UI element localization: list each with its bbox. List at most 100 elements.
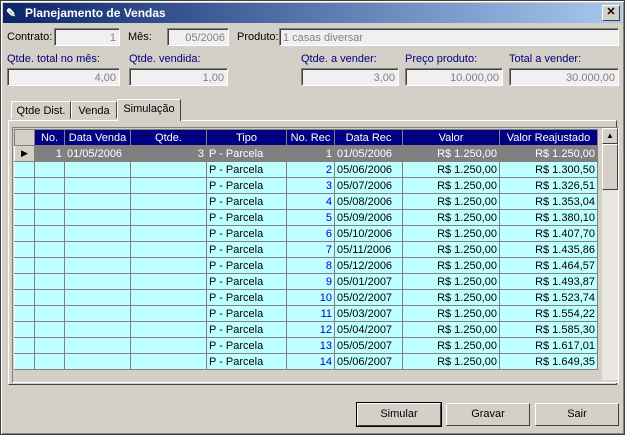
row-valor-reajustado[interactable]: R$ 1.649,35 xyxy=(499,353,598,370)
row-tipo[interactable]: P - Parcela xyxy=(206,353,287,370)
row-qtde[interactable] xyxy=(130,209,207,226)
row-data-rec[interactable]: 05/04/2007 xyxy=(334,321,403,338)
row-valor-reajustado[interactable]: R$ 1.493,87 xyxy=(499,273,598,290)
row-no-rec[interactable]: 12 xyxy=(286,321,335,338)
row-tipo[interactable]: P - Parcela xyxy=(206,209,287,226)
row-qtde[interactable]: 3 xyxy=(130,145,207,162)
table-row[interactable]: P - Parcela 5 05/09/2006 R$ 1.250,00 R$ 1.38… xyxy=(14,209,598,226)
total-field[interactable]: 30.000,00 xyxy=(509,68,619,86)
row-no[interactable] xyxy=(34,209,65,226)
col-valor-reajustado[interactable]: Valor Reajustado xyxy=(499,129,598,146)
tab-qtde-dist[interactable]: Qtde Dist. xyxy=(11,101,71,119)
row-indicator[interactable] xyxy=(14,225,35,242)
table-row[interactable]: ▶ 1 01/05/2006 3 P - Parcela 1 01/05/2006 R$ 1.… xyxy=(14,145,598,162)
mes-field[interactable]: 05/2006 xyxy=(167,28,229,46)
row-data-rec[interactable]: 05/11/2006 xyxy=(334,241,403,258)
row-data-venda[interactable] xyxy=(64,305,131,322)
row-data-rec[interactable]: 05/05/2007 xyxy=(334,337,403,354)
row-indicator[interactable] xyxy=(14,353,35,370)
row-data-venda[interactable] xyxy=(64,321,131,338)
row-data-rec[interactable]: 05/10/2006 xyxy=(334,225,403,242)
row-qtde[interactable] xyxy=(130,337,207,354)
col-no-rec[interactable]: No. Rec xyxy=(286,129,335,146)
row-valor-reajustado[interactable]: R$ 1.353,04 xyxy=(499,193,598,210)
row-valor[interactable]: R$ 1.250,00 xyxy=(402,177,500,194)
row-no-rec[interactable]: 3 xyxy=(286,177,335,194)
row-no[interactable] xyxy=(34,289,65,306)
preco-field[interactable]: 10.000,00 xyxy=(405,68,503,86)
row-no-rec[interactable]: 7 xyxy=(286,241,335,258)
row-indicator[interactable] xyxy=(14,305,35,322)
row-data-venda[interactable] xyxy=(64,193,131,210)
row-no[interactable] xyxy=(34,241,65,258)
row-indicator[interactable] xyxy=(14,177,35,194)
row-data-rec[interactable]: 05/07/2006 xyxy=(334,177,403,194)
vertical-scrollbar[interactable]: ▲ xyxy=(602,128,618,380)
row-data-rec[interactable]: 05/06/2006 xyxy=(334,161,403,178)
row-tipo[interactable]: P - Parcela xyxy=(206,193,287,210)
row-indicator[interactable] xyxy=(14,193,35,210)
scroll-up-icon[interactable]: ▲ xyxy=(602,128,618,144)
row-valor-reajustado[interactable]: R$ 1.250,00 xyxy=(499,145,598,162)
title-bar[interactable]: ✎ Planejamento de Vendas ✕ xyxy=(3,3,622,23)
row-tipo[interactable]: P - Parcela xyxy=(206,289,287,306)
row-valor[interactable]: R$ 1.250,00 xyxy=(402,305,500,322)
row-tipo[interactable]: P - Parcela xyxy=(206,321,287,338)
table-row[interactable]: P - Parcela 12 05/04/2007 R$ 1.250,00 R$ 1.5… xyxy=(14,321,598,338)
row-valor-reajustado[interactable]: R$ 1.380,10 xyxy=(499,209,598,226)
row-tipo[interactable]: P - Parcela xyxy=(206,337,287,354)
row-data-venda[interactable]: 01/05/2006 xyxy=(64,145,131,162)
row-no[interactable] xyxy=(34,193,65,210)
row-qtde[interactable] xyxy=(130,321,207,338)
row-tipo[interactable]: P - Parcela xyxy=(206,161,287,178)
row-data-venda[interactable] xyxy=(64,209,131,226)
row-pointer-icon[interactable]: ▶ xyxy=(14,145,35,162)
row-data-venda[interactable] xyxy=(64,161,131,178)
row-no[interactable] xyxy=(34,273,65,290)
row-valor[interactable]: R$ 1.250,00 xyxy=(402,353,500,370)
row-tipo[interactable]: P - Parcela xyxy=(206,305,287,322)
row-qtde[interactable] xyxy=(130,161,207,178)
row-no-rec[interactable]: 11 xyxy=(286,305,335,322)
row-tipo[interactable]: P - Parcela xyxy=(206,257,287,274)
tab-venda[interactable]: Venda xyxy=(71,101,117,119)
scroll-thumb[interactable] xyxy=(602,144,618,190)
table-row[interactable]: P - Parcela 6 05/10/2006 R$ 1.250,00 R$ 1.40… xyxy=(14,225,598,242)
simulation-grid[interactable]: No. Data Venda Qtde. Tipo No. Rec Data R… xyxy=(12,127,619,383)
tab-simulacao[interactable]: Simulação xyxy=(117,99,181,121)
row-valor[interactable]: R$ 1.250,00 xyxy=(402,321,500,338)
row-valor[interactable]: R$ 1.250,00 xyxy=(402,241,500,258)
produto-field[interactable]: 1 casas diversar xyxy=(279,28,619,46)
row-data-venda[interactable] xyxy=(64,273,131,290)
col-valor[interactable]: Valor xyxy=(402,129,500,146)
row-no-rec[interactable]: 5 xyxy=(286,209,335,226)
row-valor[interactable]: R$ 1.250,00 xyxy=(402,145,500,162)
row-indicator[interactable] xyxy=(14,257,35,274)
row-no-rec[interactable]: 8 xyxy=(286,257,335,274)
row-no-rec[interactable]: 14 xyxy=(286,353,335,370)
row-valor-reajustado[interactable]: R$ 1.617,01 xyxy=(499,337,598,354)
row-data-venda[interactable] xyxy=(64,177,131,194)
row-qtde[interactable] xyxy=(130,305,207,322)
row-data-rec[interactable]: 05/12/2006 xyxy=(334,257,403,274)
row-valor-reajustado[interactable]: R$ 1.464,57 xyxy=(499,257,598,274)
row-no-rec[interactable]: 6 xyxy=(286,225,335,242)
row-no-rec[interactable]: 10 xyxy=(286,289,335,306)
table-row[interactable]: P - Parcela 11 05/03/2007 R$ 1.250,00 R$ 1.5… xyxy=(14,305,598,322)
row-data-rec[interactable]: 05/08/2006 xyxy=(334,193,403,210)
table-row[interactable]: P - Parcela 10 05/02/2007 R$ 1.250,00 R$ 1.5… xyxy=(14,289,598,306)
row-indicator[interactable] xyxy=(14,289,35,306)
row-tipo[interactable]: P - Parcela xyxy=(206,145,287,162)
row-valor[interactable]: R$ 1.250,00 xyxy=(402,257,500,274)
row-valor-reajustado[interactable]: R$ 1.435,86 xyxy=(499,241,598,258)
row-valor-reajustado[interactable]: R$ 1.407,70 xyxy=(499,225,598,242)
row-tipo[interactable]: P - Parcela xyxy=(206,177,287,194)
row-indicator[interactable] xyxy=(14,337,35,354)
row-data-venda[interactable] xyxy=(64,257,131,274)
row-data-rec[interactable]: 05/03/2007 xyxy=(334,305,403,322)
row-data-rec[interactable]: 05/01/2007 xyxy=(334,273,403,290)
table-row[interactable]: P - Parcela 4 05/08/2006 R$ 1.250,00 R$ 1.35… xyxy=(14,193,598,210)
col-tipo[interactable]: Tipo xyxy=(206,129,287,146)
row-qtde[interactable] xyxy=(130,241,207,258)
row-no[interactable] xyxy=(34,177,65,194)
